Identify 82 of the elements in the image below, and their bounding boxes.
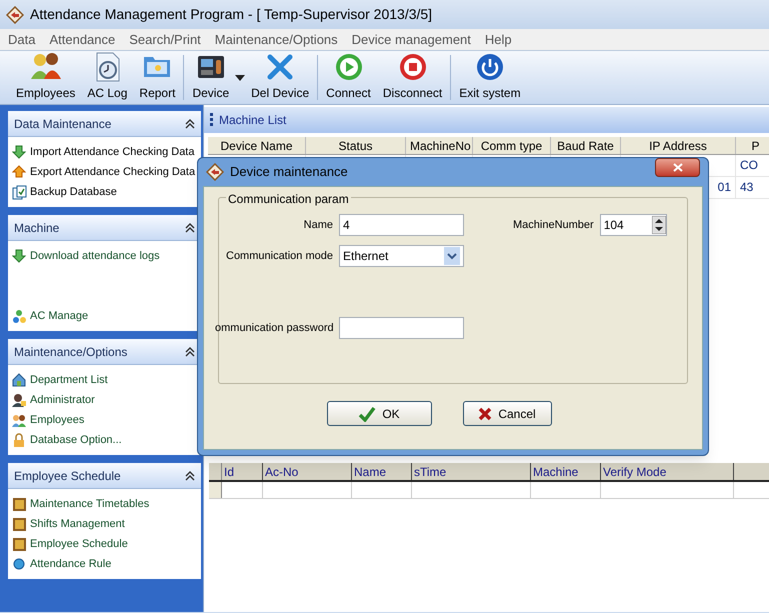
section-title: Maintenance/Options (14, 344, 128, 360)
calendar-tile-icon (12, 496, 27, 512)
sidebar-item[interactable]: Employees (12, 410, 197, 430)
document-check-icon (12, 184, 27, 200)
menu-item[interactable]: Help (484, 30, 512, 50)
column-header[interactable]: Verify Mode (601, 463, 734, 480)
sidebar-item[interactable]: Attendance Rule (12, 554, 197, 574)
ball-icon (12, 556, 27, 572)
toolbar-button[interactable]: Disconnect (376, 51, 448, 104)
menu-item[interactable]: Attendance (49, 30, 116, 50)
section-title: Machine (14, 220, 60, 236)
checkmark-icon (358, 406, 376, 422)
menu-item[interactable]: Data (8, 30, 36, 50)
column-header[interactable]: Id (222, 463, 263, 480)
grip-icon (210, 113, 213, 127)
section-header[interactable]: Employee Schedule (8, 463, 201, 489)
dialog-title: Device maintenance (230, 163, 348, 182)
row-selector[interactable] (209, 482, 222, 498)
people-icon (12, 412, 27, 428)
app-icon (206, 163, 224, 181)
toolbar-button[interactable]: AC Log (81, 51, 134, 104)
column-header[interactable]: Status (306, 137, 406, 154)
sidebar-item[interactable]: Download attendance logs (12, 246, 197, 266)
input-field[interactable] (339, 317, 464, 339)
toolbar-button[interactable]: Connect (320, 51, 377, 104)
column-header[interactable]: Machine (531, 463, 601, 480)
close-button[interactable] (655, 158, 700, 177)
person-key-icon (12, 392, 27, 408)
field-label: ommunication password (215, 320, 333, 336)
sidebar-item[interactable]: Department List (12, 370, 197, 390)
column-header[interactable]: MachineNo (406, 137, 473, 154)
menu-item[interactable]: Search/Print (129, 30, 201, 50)
section-title: Employee Schedule (14, 468, 121, 484)
field-label: Communication mode (225, 248, 333, 264)
input-field[interactable]: 104 (600, 214, 667, 236)
sidebar-item[interactable]: Database Option... (12, 430, 197, 450)
down-arrow-icon (12, 248, 27, 264)
toolbar-button[interactable]: Employees (10, 51, 82, 104)
sidebar-item[interactable]: Employee Schedule (12, 534, 197, 554)
column-header[interactable]: Ac-No (263, 463, 352, 480)
app-icon (6, 6, 24, 24)
column-header[interactable]: Baud Rate (551, 137, 621, 154)
field-label: MachineNumber (513, 218, 594, 233)
section-title: Data Maintenance (14, 116, 112, 132)
column-header[interactable]: P (736, 137, 769, 154)
calendar-tile-icon (12, 516, 27, 532)
section-header[interactable]: Data Maintenance (8, 111, 201, 137)
table-cell: CO (736, 155, 769, 176)
down-arrow-icon (12, 144, 27, 160)
toolbar-button[interactable]: Del Device (245, 51, 316, 104)
toolbar-button[interactable]: Report (133, 51, 182, 104)
sidebar-item[interactable]: Administrator (12, 390, 197, 410)
dialog-button[interactable]: OK (326, 401, 432, 426)
close-icon (478, 406, 492, 420)
calendar-tile-icon (12, 536, 27, 552)
sidebar-item[interactable]: Maintenance Timetables (12, 494, 197, 514)
sidebar-item[interactable]: Export Attendance Checking Data (12, 162, 197, 182)
input-field[interactable]: 4 (339, 214, 464, 236)
dialog-button[interactable]: Cancel (462, 401, 552, 426)
column-header[interactable]: IP Address (621, 137, 736, 154)
spinner-arrows-icon (652, 216, 666, 234)
house-icon (12, 372, 27, 388)
panel-title: Machine List (219, 112, 286, 129)
menu-item[interactable]: Device management (352, 30, 471, 50)
dropdown[interactable]: Ethernet (339, 245, 464, 267)
sidebar-item[interactable]: AC Manage (12, 306, 197, 326)
table-cell: 43 (736, 177, 769, 198)
column-header[interactable]: Device Name (208, 137, 306, 154)
molecule-icon (12, 308, 27, 324)
column-header[interactable]: Name (352, 463, 412, 480)
toolbar-button[interactable]: Device (186, 51, 236, 104)
field-label: Name (302, 218, 333, 233)
sidebar-item[interactable]: Import Attendance Checking Data (12, 142, 197, 162)
sidebar-item[interactable]: Backup Database (12, 182, 197, 202)
padlock-icon (12, 432, 27, 448)
column-header[interactable]: Comm type (473, 137, 551, 154)
sidebar-item[interactable]: Shifts Management (12, 514, 197, 534)
column-header[interactable]: sTime (412, 463, 531, 480)
close-icon (672, 163, 682, 172)
toolbar-button[interactable]: Exit system (453, 51, 527, 104)
menu-item[interactable]: Maintenance/Options (214, 30, 338, 50)
window-title: Attendance Management Program - [ Temp-Supervisor 2013/3/5] (30, 5, 432, 24)
